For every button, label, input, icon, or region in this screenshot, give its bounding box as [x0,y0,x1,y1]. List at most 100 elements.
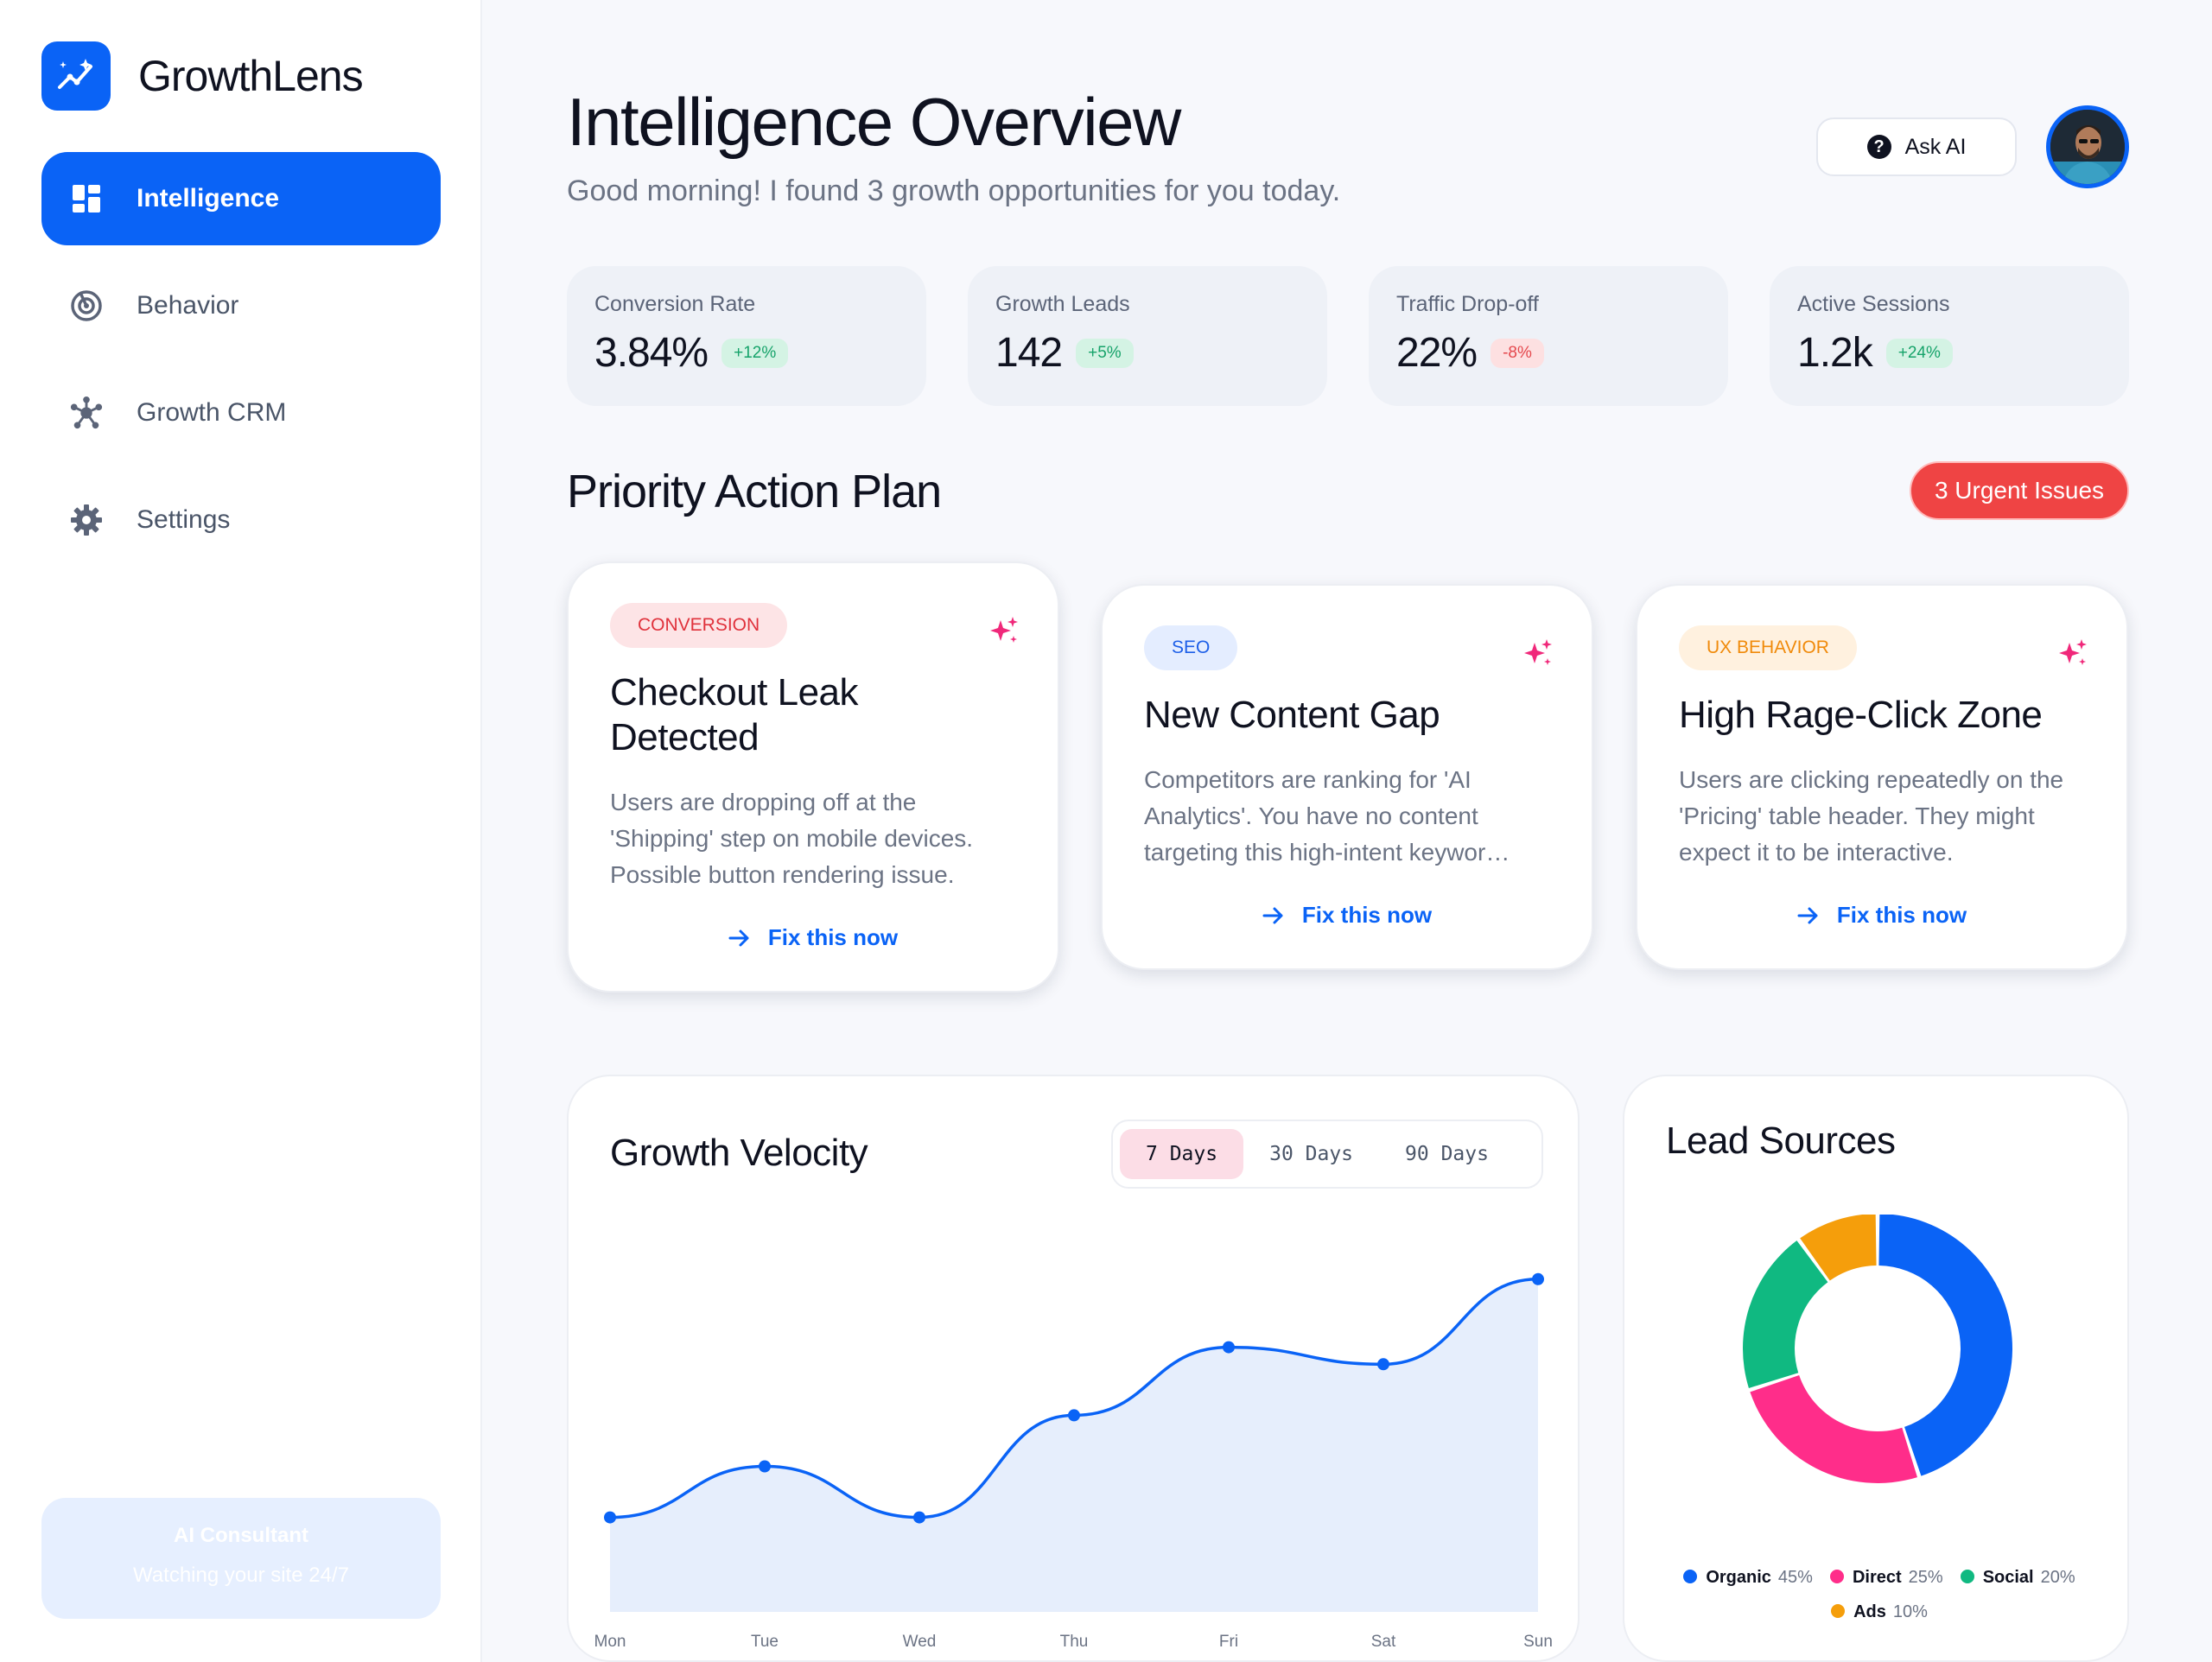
x-tick-label: Tue [751,1633,779,1651]
ask-ai-button[interactable]: ? Ask AI [1816,117,2017,176]
card-title: New Content Gap [1144,694,1440,736]
legend-dot [1831,1604,1846,1618]
data-point[interactable] [1223,1341,1235,1354]
fix-now-link[interactable]: Fix this now [610,924,1016,951]
section-title-action-plan: Priority Action Plan [567,466,942,517]
x-tick-label: Mon [594,1633,626,1651]
card-body: Users are clicking repeatedly on the 'Pr… [1679,766,2064,866]
gear-icon [69,503,104,537]
kpi-card-active-sessions[interactable]: Active Sessions 1.2k +24% [1770,266,2129,406]
consultant-subtitle: Watching your site 24/7 [133,1564,349,1587]
arrow-right-icon [1797,907,1818,923]
dashboard-icon [69,181,104,216]
donut-slice-social[interactable] [1743,1240,1828,1388]
action-card-checkout-leak[interactable]: CONVERSION Checkout Leak Detected Users … [567,561,1059,993]
sidebar-item-intelligence[interactable]: Intelligence [41,152,441,245]
kpi-delta-badge: +24% [1885,338,1953,368]
action-card-rage-click[interactable]: UX BEHAVIOR High Rage-Click Zone Users a… [1636,584,2128,970]
data-point[interactable] [604,1511,616,1524]
growth-chart-icon [41,41,111,111]
x-tick-label: Thu [1060,1633,1089,1651]
range-option-30-days[interactable]: 30 Days [1243,1129,1379,1179]
sidebar-item-label: Intelligence [137,184,280,213]
card-title: Checkout Leak Detected [610,671,859,758]
action-card-content-gap[interactable]: SEO New Content Gap Competitors are rank… [1101,584,1593,970]
kpi-delta-badge: +5% [1076,338,1134,368]
kpi-card-growth-leads[interactable]: Growth Leads 142 +5% [968,266,1327,406]
sidebar-item-behavior[interactable]: Behavior [41,259,441,352]
range-option-90-days[interactable]: 90 Days [1379,1129,1515,1179]
legend-dot [1960,1570,1974,1583]
card-body: Users are dropping off at the 'Shipping'… [610,789,974,888]
kpi-value: 142 [995,330,1063,376]
legend-item-ads: Ads 10% [1831,1595,1928,1629]
area-fill [610,1278,1538,1612]
card-tag: UX BEHAVIOR [1679,625,1857,670]
consultant-title: AI Consultant [174,1524,308,1547]
data-point[interactable] [1377,1358,1389,1371]
kpi-label: Conversion Rate [594,292,756,316]
fix-now-label: Fix this now [1301,902,1433,928]
kpi-label: Active Sessions [1797,292,1950,316]
legend-percent: 20% [2040,1568,2075,1587]
range-option-7-days[interactable]: 7 Days [1120,1129,1244,1179]
kpi-card-traffic-drop-off[interactable]: Traffic Drop-off 22% -8% [1369,266,1728,406]
legend-label: Direct [1852,1568,1902,1587]
legend-dot [1829,1570,1844,1583]
legend-item-direct: Direct 25% [1829,1560,1943,1595]
data-point[interactable] [1532,1272,1544,1285]
page-title: Intelligence Overview [567,84,1181,160]
donut-slice-direct[interactable] [1750,1375,1917,1483]
data-point[interactable] [913,1511,925,1524]
panel-title: Growth Velocity [610,1132,868,1174]
brand[interactable]: GrowthLens [41,41,364,111]
card-body: Competitors are ranking for 'AI Analytic… [1144,766,1510,866]
kpi-label: Growth Leads [995,292,1130,316]
legend-percent: 45% [1777,1568,1813,1587]
ask-ai-label: Ask AI [1904,134,1967,159]
kpi-label: Traffic Drop-off [1396,292,1539,316]
legend-item-social: Social 20% [1960,1560,2075,1595]
card-title: High Rage-Click Zone [1679,694,2043,736]
arrow-right-icon [728,929,749,946]
legend-label: Ads [1853,1602,1886,1621]
radar-icon [69,289,104,323]
kpi-value: 3.84% [594,330,709,376]
kpi-value: 22% [1396,330,1478,376]
x-tick-label: Sun [1523,1633,1553,1651]
fix-now-label: Fix this now [767,924,899,950]
fix-now-link[interactable]: Fix this now [1679,902,2085,929]
legend-label: Social [1982,1568,2034,1587]
urgent-issues-badge[interactable]: 3 Urgent Issues [1910,461,2129,520]
chart-legend: Organic 45% Direct 25% Social 20% Ads 10% [1650,1560,2108,1629]
sparkle-icon [1522,638,1554,673]
sidebar-item-label: Settings [137,505,231,534]
sparkle-icon [988,615,1020,650]
avatar[interactable] [2046,105,2129,188]
range-selector: 7 Days 30 Days 90 Days [1111,1120,1543,1189]
sidebar-item-settings[interactable]: Settings [41,473,441,567]
legend-label: Organic [1706,1568,1771,1587]
kpi-delta-badge: -8% [1491,338,1544,368]
card-tag: CONVERSION [610,603,788,648]
sparkle-icon [2057,638,2088,673]
app-name: GrowthLens [138,52,364,100]
help-icon: ? [1866,135,1891,159]
legend-item-organic: Organic 45% [1683,1560,1813,1595]
lead-sources-donut [1743,1215,2012,1483]
ai-consultant-card[interactable]: AI Consultant Watching your site 24/7 [41,1498,441,1619]
fix-now-link[interactable]: Fix this now [1144,902,1550,929]
x-tick-label: Sat [1371,1633,1396,1651]
sidebar-nav: Intelligence Behavior Growth CRM Setting… [41,152,441,580]
data-point[interactable] [1068,1409,1080,1422]
legend-percent: 10% [1892,1602,1928,1621]
legend-percent: 25% [1908,1568,1943,1587]
sidebar-item-growth-crm[interactable]: Growth CRM [41,366,441,460]
lead-sources-panel: Lead Sources Organic 45% Direct 25% Social 20… [1623,1075,2129,1662]
sidebar-item-label: Behavior [137,291,239,320]
fix-now-label: Fix this now [1836,902,1967,928]
kpi-card-conversion-rate[interactable]: Conversion Rate 3.84% +12% [567,266,926,406]
x-tick-label: Wed [903,1633,937,1651]
kpi-row: Conversion Rate 3.84% +12% Growth Leads … [567,266,2129,406]
data-point[interactable] [759,1460,771,1473]
